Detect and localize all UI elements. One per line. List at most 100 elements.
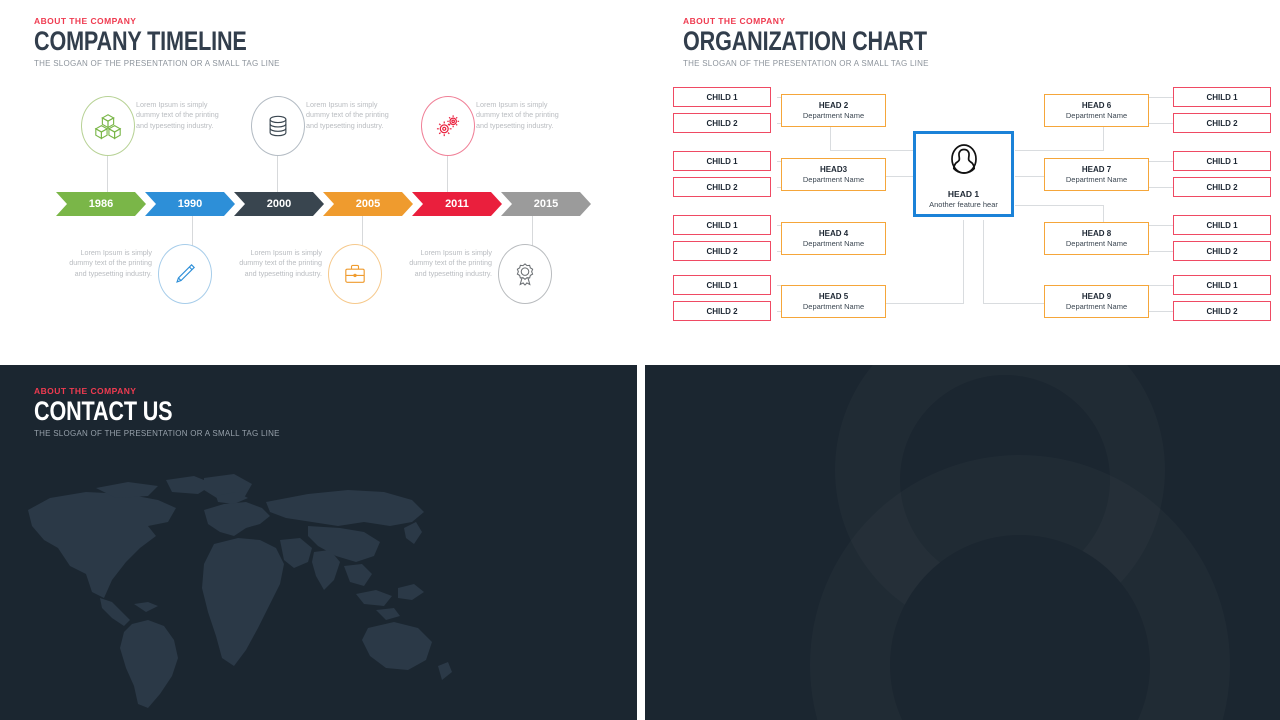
head-name: HEAD 2 [818,101,849,110]
child-label: CHILD 2 [706,118,738,128]
timeline-year-2000[interactable]: 2000 [234,192,324,216]
connector-line [277,156,278,192]
slide-title[interactable]: COMPANY PROFILE CORPORATE PROFILE FREE P… [645,365,1280,720]
slide-company-timeline[interactable]: ABOUT THE COMPANY COMPANY TIMELINE THE S… [0,0,637,357]
org-child-box[interactable]: CHILD 1 [1173,87,1271,107]
connector-line [532,216,533,246]
org-child-box[interactable]: CHILD 2 [673,177,771,197]
year-label: 2011 [445,198,469,210]
child-label: CHILD 2 [706,182,738,192]
org-connector [1149,187,1173,188]
org-head-box-8[interactable]: HEAD 8 Department Name [1044,222,1149,255]
org-child-box[interactable]: CHILD 2 [673,113,771,133]
connector-line [447,156,448,192]
contact-eyebrow: ABOUT THE COMPANY [34,386,137,396]
milestone-icon-cubes [81,96,135,156]
org-child-box[interactable]: CHILD 1 [673,215,771,235]
timeline-year-2005[interactable]: 2005 [323,192,413,216]
slide-grid: ABOUT THE COMPANY COMPANY TIMELINE THE S… [0,0,1280,720]
connector-line [192,216,193,246]
timeline-year-1990[interactable]: 1990 [145,192,235,216]
org-connector [1149,161,1173,162]
year-label: 1990 [177,198,203,210]
org-head-box-3[interactable]: HEAD3 Department Name [781,158,886,191]
org-head-box-2[interactable]: HEAD 2 Department Name [781,94,886,127]
org-head-box-6[interactable]: HEAD 6 Department Name [1044,94,1149,127]
head-dept: Department Name [802,175,865,184]
child-label: CHILD 2 [706,246,738,256]
timeline-year-2015[interactable]: 2015 [501,192,591,216]
milestone-icon-briefcase [328,244,382,304]
org-head-box-9[interactable]: HEAD 9 Department Name [1044,285,1149,318]
org-connector [1103,127,1104,151]
org-connector [886,303,963,304]
person-icon [944,140,984,185]
head-dept: Department Name [1065,239,1128,248]
milestone-text-2: Lorem Ipsum is simply dummy text of the … [69,248,152,278]
org-child-box[interactable]: CHILD 2 [1173,113,1271,133]
org-connector [830,127,831,151]
connector-line [107,156,108,192]
org-child-box[interactable]: CHILD 2 [1173,177,1271,197]
org-chart-body: CHILD 1 CHILD 2 CHILD 1 CHILD 2 CHILD 1 … [645,0,1280,357]
milestone-text-4: Lorem Ipsum is simply dummy text of the … [239,248,322,278]
org-head-box-7[interactable]: HEAD 7 Department Name [1044,158,1149,191]
year-label: 2005 [355,198,381,210]
head-dept: Department Name [802,302,865,311]
org-connector [1149,123,1173,124]
timeline-chevron-row: 1986 1990 2000 2005 2011 2015 [56,192,590,216]
org-child-box[interactable]: CHILD 1 [673,275,771,295]
timeline-year-2011[interactable]: 2011 [412,192,502,216]
org-connector [1015,150,1103,151]
org-head-box-5[interactable]: HEAD 5 Department Name [781,285,886,318]
milestone-text-3: Lorem Ipsum is simply dummy text of the … [306,100,389,130]
milestone-text-6: Lorem Ipsum is simply dummy text of the … [409,248,492,278]
org-child-box[interactable]: CHILD 2 [673,241,771,261]
connector-line [362,216,363,246]
head-dept: Department Name [1065,302,1128,311]
head-name: HEAD 5 [818,292,849,301]
org-child-box[interactable]: CHILD 1 [1173,275,1271,295]
head-dept: Department Name [802,239,865,248]
milestone-text-1: Lorem Ipsum is simply dummy text of the … [136,100,219,130]
org-child-box[interactable]: CHILD 2 [1173,301,1271,321]
slide-contact-us[interactable]: ABOUT THE COMPANY CONTACT US THE SLOGAN … [0,365,637,720]
head-name: HEAD 8 [1081,229,1112,238]
child-label: CHILD 1 [1206,220,1238,230]
contact-title: CONTACT US [34,396,173,426]
org-child-box[interactable]: CHILD 2 [673,301,771,321]
center-name: HEAD 1 [947,188,980,199]
slide-organization-chart[interactable]: ABOUT THE COMPANY ORGANIZATION CHART THE… [645,0,1280,357]
org-child-box[interactable]: CHILD 1 [673,151,771,171]
milestone-icon-database [251,96,305,156]
org-child-box[interactable]: CHILD 1 [1173,215,1271,235]
head-dept: Department Name [802,111,865,120]
timeline-body: Lorem Ipsum is simply dummy text of the … [0,0,637,357]
org-child-box[interactable]: CHILD 1 [1173,151,1271,171]
child-label: CHILD 2 [1206,182,1238,192]
milestone-text-5: Lorem Ipsum is simply dummy text of the … [476,100,559,130]
org-connector [1149,285,1173,286]
org-connector [983,220,984,304]
org-connector [830,150,913,151]
child-label: CHILD 2 [1206,246,1238,256]
org-connector [963,220,964,304]
contact-header: ABOUT THE COMPANY CONTACT US THE SLOGAN … [34,386,280,438]
head-name: HEAD 7 [1081,165,1112,174]
center-desc: Another feature hear [929,199,998,209]
org-child-box[interactable]: CHILD 1 [673,87,771,107]
child-label: CHILD 2 [1206,306,1238,316]
child-label: CHILD 1 [1206,92,1238,102]
org-center-box[interactable]: HEAD 1 Another feature hear [913,131,1014,217]
timeline-year-1986[interactable]: 1986 [56,192,146,216]
org-child-box[interactable]: CHILD 2 [1173,241,1271,261]
milestone-icon-gears [421,96,475,156]
world-map [28,474,452,708]
org-connector [1149,97,1173,98]
contact-slogan: THE SLOGAN OF THE PRESENTATION OR A SMAL… [34,429,280,439]
child-label: CHILD 1 [706,92,738,102]
org-head-box-4[interactable]: HEAD 4 Department Name [781,222,886,255]
head-dept: Department Name [1065,111,1128,120]
head-name: HEAD3 [819,165,848,174]
head-dept: Department Name [1065,175,1128,184]
